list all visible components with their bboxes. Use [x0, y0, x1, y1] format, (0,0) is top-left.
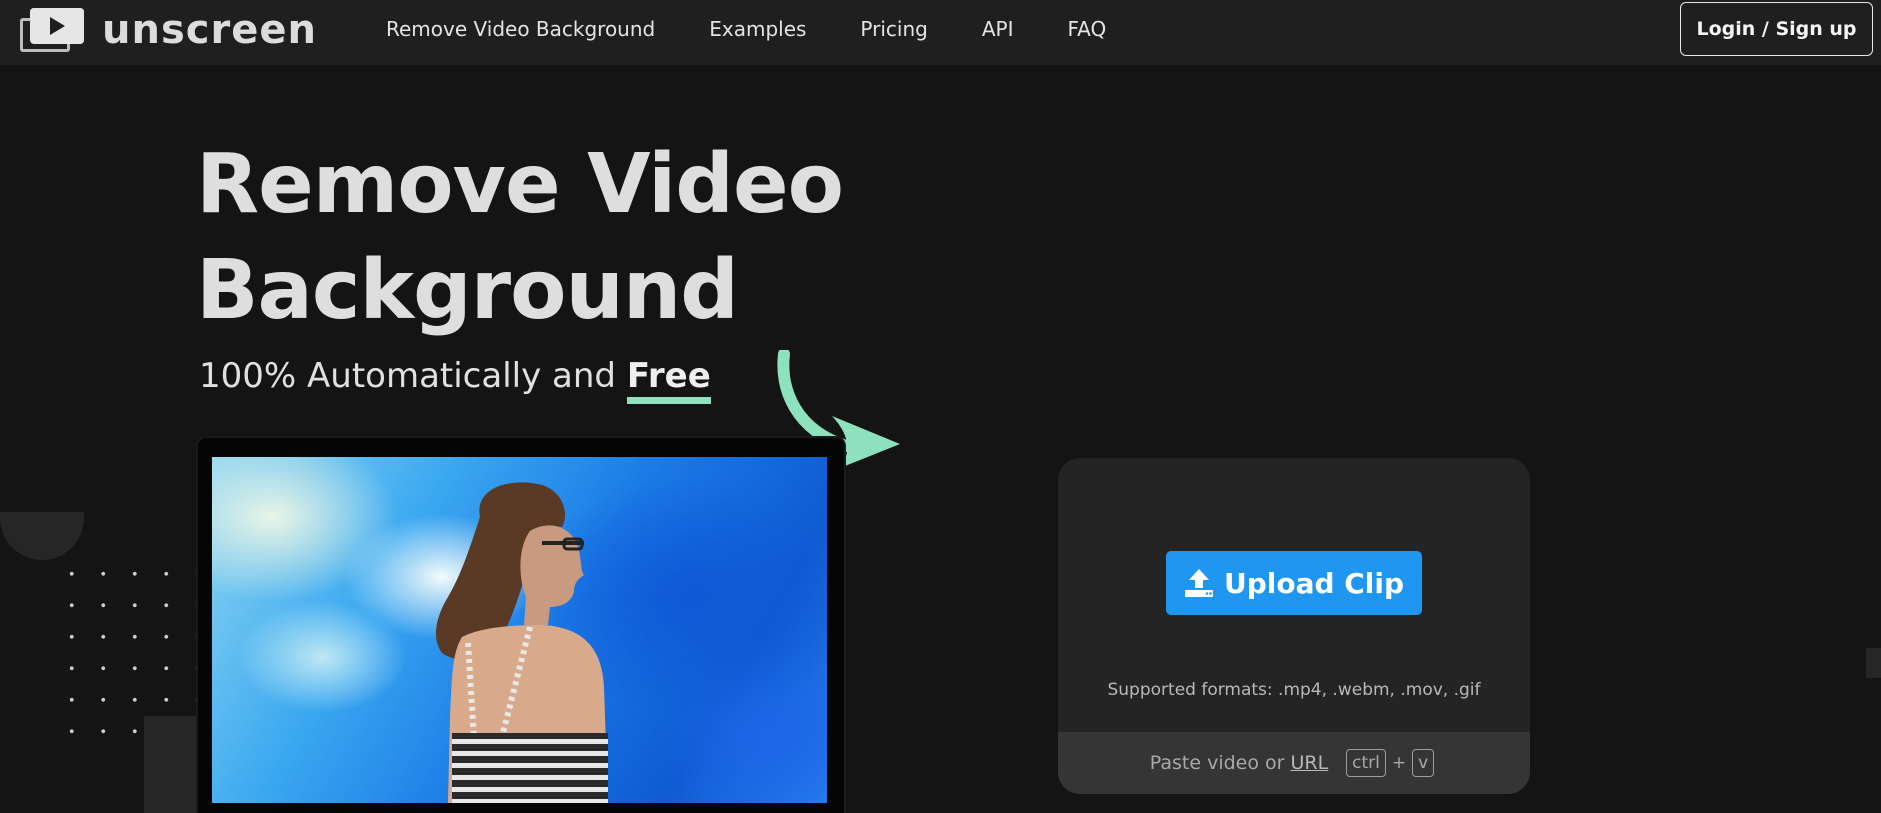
- key-v: v: [1412, 749, 1435, 777]
- paste-bar[interactable]: Paste video or URL ctrl + v: [1058, 732, 1530, 794]
- woman-silhouette-illustration: [435, 482, 608, 803]
- brand-logo[interactable]: unscreen: [20, 8, 317, 52]
- decor-half-circle: [0, 512, 84, 560]
- upload-clip-button[interactable]: Upload Clip: [1166, 551, 1422, 615]
- upload-icon: [1184, 569, 1213, 597]
- paste-text: Paste video or: [1149, 752, 1285, 774]
- upload-clip-label: Upload Clip: [1223, 566, 1405, 600]
- key-plus: +: [1391, 753, 1407, 773]
- upload-card: Upload Clip Supported formats: .mp4, .we…: [1058, 458, 1530, 794]
- key-ctrl: ctrl: [1346, 749, 1386, 777]
- brand-name: unscreen: [102, 7, 317, 53]
- nav-link-pricing[interactable]: Pricing: [860, 17, 927, 41]
- supported-formats: Supported formats: .mp4, .webm, .mov, .g…: [1107, 680, 1481, 700]
- paste-url-link[interactable]: URL: [1290, 752, 1328, 774]
- hero-title: Remove Video Background: [196, 137, 844, 338]
- nav-link-api[interactable]: API: [982, 17, 1014, 41]
- decor-block: [144, 716, 200, 813]
- nav-link-faq[interactable]: FAQ: [1067, 17, 1106, 41]
- nav-link-examples[interactable]: Examples: [709, 17, 806, 41]
- laptop-frame: [198, 438, 844, 813]
- demo-video[interactable]: [212, 457, 827, 803]
- hero-subtitle: 100% Automatically and Free: [199, 356, 711, 404]
- top-navbar: unscreen Remove Video Background Example…: [0, 0, 1881, 65]
- decor-side-mark: [1866, 648, 1881, 678]
- hero-subtitle-free: Free: [626, 356, 711, 404]
- hero-subtitle-text: 100% Automatically and: [199, 356, 616, 396]
- play-screen-icon: [20, 8, 84, 52]
- nav-links: Remove Video Background Examples Pricing…: [386, 0, 1160, 58]
- login-signup-button[interactable]: Login / Sign up: [1680, 2, 1873, 56]
- nav-link-remove-video-background[interactable]: Remove Video Background: [386, 17, 655, 41]
